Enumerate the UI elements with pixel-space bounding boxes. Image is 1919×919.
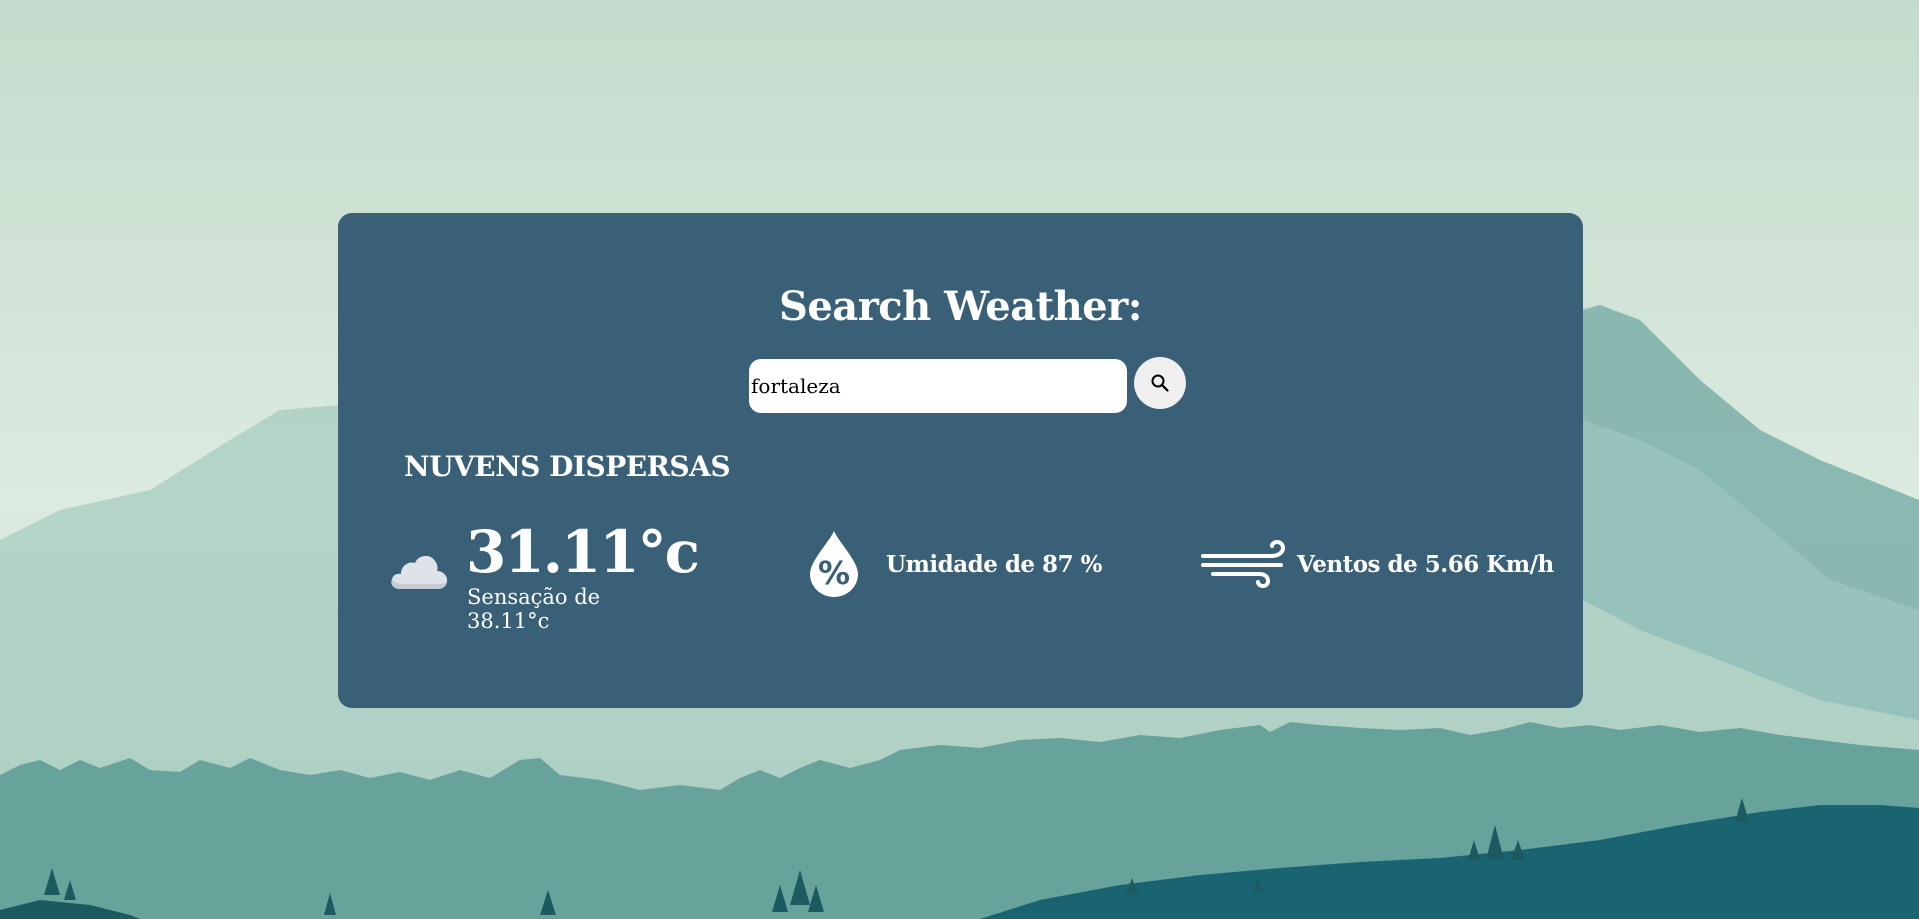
search-button[interactable] — [1134, 357, 1186, 409]
feels-like-text: Sensação de 38.11°c — [467, 585, 601, 633]
temperature-block: 31.11°c Sensação de 38.11°c — [390, 523, 700, 643]
temperature-value: 31.11°c — [466, 518, 700, 586]
weather-card: Search Weather: NUVENS DISPERSAS 31.11°c… — [338, 213, 1583, 708]
svg-text:%: % — [818, 554, 850, 592]
weather-description: NUVENS DISPERSAS — [404, 450, 731, 483]
city-search-input[interactable] — [749, 359, 1127, 413]
search-title: Search Weather: — [778, 283, 1143, 330]
search-icon — [1151, 374, 1169, 392]
wind-icon — [1201, 540, 1286, 588]
humidity-text: Umidade de 87 % — [886, 551, 1102, 578]
humidity-drop-icon: % — [810, 531, 858, 597]
wind-text: Ventos de 5.66 Km/h — [1297, 551, 1554, 578]
cloud-icon — [391, 555, 448, 589]
page: Search Weather: NUVENS DISPERSAS 31.11°c… — [0, 0, 1919, 919]
